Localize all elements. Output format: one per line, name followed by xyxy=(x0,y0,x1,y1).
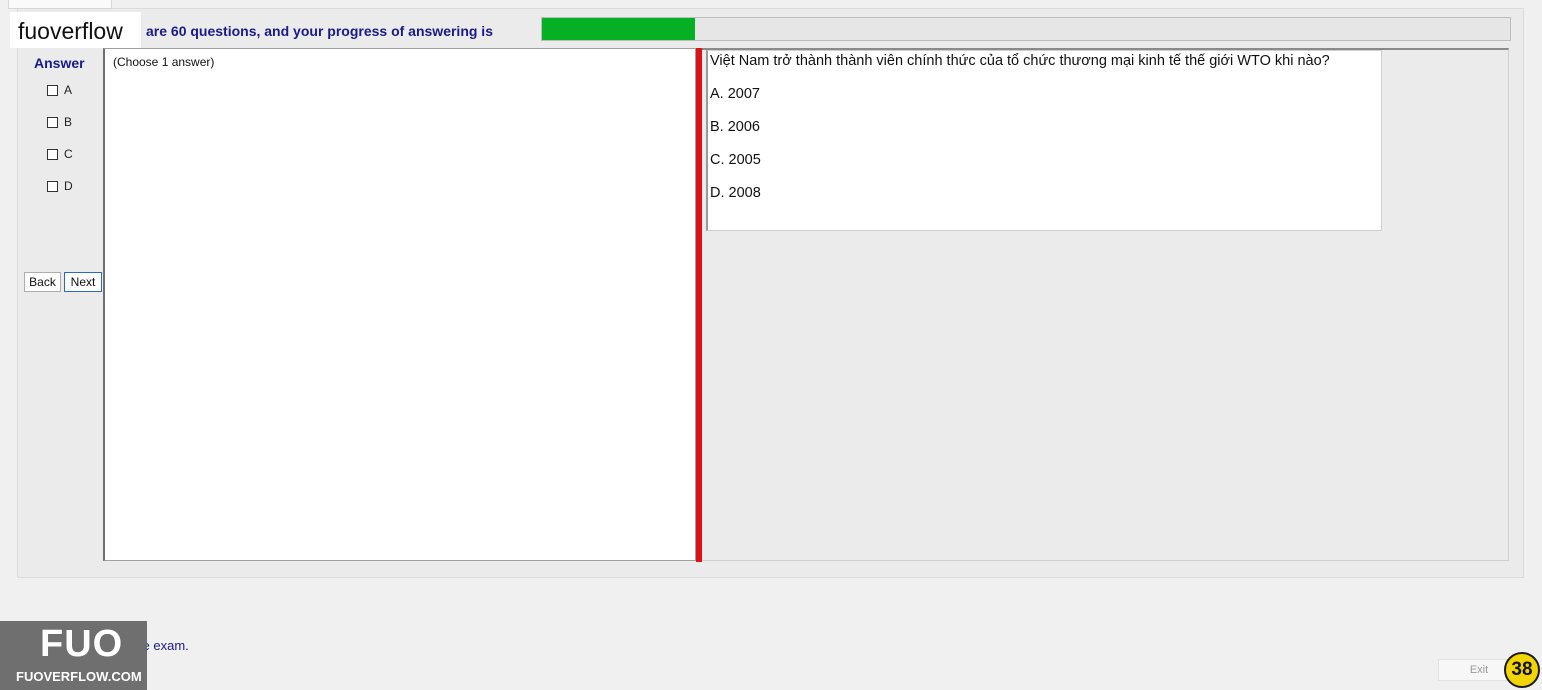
fuo-logo: FUO FUOVERFLOW.COM xyxy=(0,621,147,690)
progress-text: are 60 questions, and your progress of a… xyxy=(146,23,493,39)
logo-site-name: FUOVERFLOW.COM xyxy=(16,669,142,684)
checkbox-b[interactable] xyxy=(47,116,58,128)
choice-a: A. 2007 xyxy=(710,86,760,102)
answer-option-label: A xyxy=(64,83,73,97)
checkbox-d[interactable] xyxy=(47,180,58,192)
question-box: Việt Nam trở thành thành viên chính thức… xyxy=(706,50,1382,231)
choice-b: B. 2006 xyxy=(710,119,760,135)
checkbox-c[interactable] xyxy=(47,148,58,160)
answer-option-d[interactable]: D xyxy=(47,178,73,194)
choice-c: C. 2005 xyxy=(710,152,761,168)
question-text: Việt Nam trở thành thành viên chính thức… xyxy=(710,53,1330,69)
progress-bar-fill xyxy=(542,18,695,40)
choose-hint: (Choose 1 answer) xyxy=(113,55,215,69)
choice-d: D. 2008 xyxy=(710,185,761,201)
next-button[interactable]: Next xyxy=(64,272,102,292)
progress-bar xyxy=(541,17,1511,41)
answer-option-a[interactable]: A xyxy=(47,82,72,98)
answer-option-c[interactable]: C xyxy=(47,146,73,162)
checkbox-a[interactable] xyxy=(47,84,58,96)
logo-wordmark: FUO xyxy=(40,623,124,665)
brand-name: fuoverflow xyxy=(18,18,123,44)
question-area: Việt Nam trở thành thành viên chính thức… xyxy=(702,48,1509,561)
answer-workspace: (Choose 1 answer) xyxy=(103,48,696,561)
counter-badge: 38 xyxy=(1504,652,1540,688)
answer-option-label: C xyxy=(64,147,73,161)
brand-label: fuoverflow xyxy=(10,12,141,48)
window-tab[interactable] xyxy=(8,0,112,9)
answer-option-label: D xyxy=(64,179,73,193)
answer-option-b[interactable]: B xyxy=(47,114,72,130)
answer-title: Answer xyxy=(34,55,85,71)
answer-option-label: B xyxy=(64,115,73,129)
back-button[interactable]: Back xyxy=(24,272,61,292)
